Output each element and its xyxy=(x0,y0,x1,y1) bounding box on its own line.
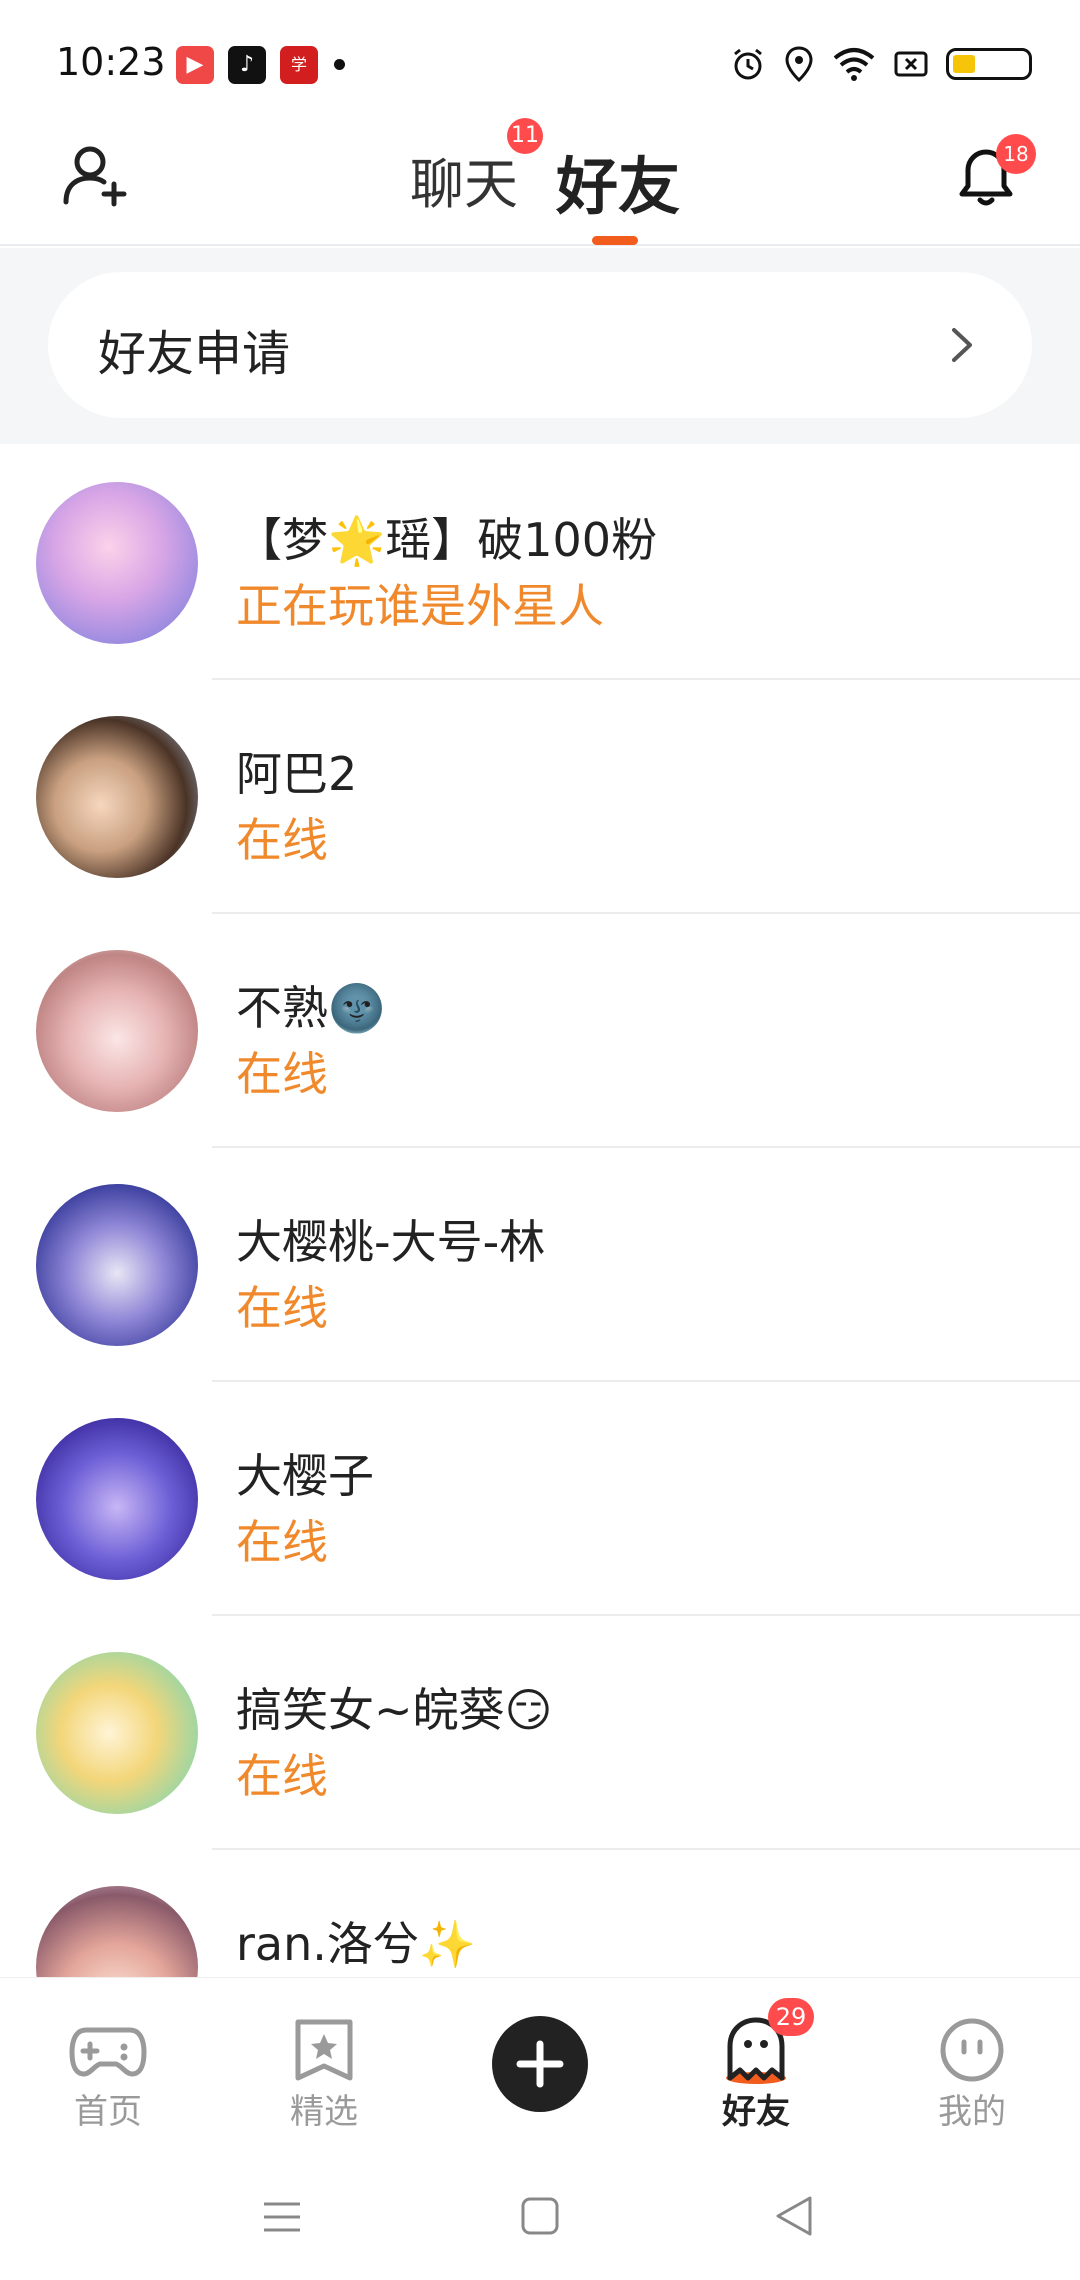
video-app-icon: ▶ xyxy=(176,46,214,84)
friend-name: ran.洛兮✨ xyxy=(236,1917,477,1971)
friend-row[interactable]: 阿巴2 在线 xyxy=(0,680,1080,914)
friend-row[interactable]: 大樱子 在线 xyxy=(0,1382,1080,1616)
sim-icon xyxy=(894,51,928,77)
friend-row[interactable]: 搞笑女~皖葵😏 在线 xyxy=(0,1616,1080,1850)
menu-icon[interactable] xyxy=(262,2198,302,2236)
status-time: 10:23 xyxy=(56,40,166,84)
avatar xyxy=(36,1418,198,1580)
home-icon[interactable] xyxy=(520,2196,560,2236)
active-tab-indicator xyxy=(592,236,638,245)
notification-dot xyxy=(334,59,345,70)
nav-me-label: 我的 xyxy=(938,2092,1006,2132)
friend-name: 阿巴2 xyxy=(236,747,358,801)
avatar xyxy=(36,716,198,878)
friend-name: 搞笑女~皖葵😏 xyxy=(236,1683,553,1737)
nav-friends[interactable]: 好友 xyxy=(676,1978,836,2158)
nav-home-label: 首页 xyxy=(74,2092,142,2132)
tiktok-icon: ♪ xyxy=(228,46,266,84)
friend-status: 在线 xyxy=(236,813,328,867)
friend-name: 不熟🌚 xyxy=(236,981,386,1035)
friends-nav-badge: 29 xyxy=(768,1998,814,2036)
system-nav-bar xyxy=(0,2158,1080,2280)
plus-icon xyxy=(516,2040,564,2088)
battery-icon xyxy=(946,48,1032,80)
avatar xyxy=(36,1652,198,1814)
friend-status: 在线 xyxy=(236,1281,328,1335)
gamepad-icon xyxy=(69,2027,147,2077)
nav-me[interactable]: 我的 xyxy=(892,1978,1052,2158)
friend-status: 在线 xyxy=(236,1047,328,1101)
location-icon xyxy=(785,46,813,83)
chat-badge: 11 xyxy=(507,118,543,154)
friend-status: 正在玩谁是外星人 xyxy=(236,579,604,633)
chevron-right-icon xyxy=(952,328,972,362)
friend-name: 【梦🌟瑶】破100粉 xyxy=(236,513,658,567)
face-icon xyxy=(940,2018,1004,2082)
status-bar: 10:23 ▶ ♪ 学 xyxy=(0,0,1080,120)
friend-row[interactable]: 不熟🌚 在线 xyxy=(0,914,1080,1148)
avatar xyxy=(36,1184,198,1346)
nav-featured[interactable]: 精选 xyxy=(244,1978,404,2158)
avatar xyxy=(36,482,198,644)
friend-status: 在线 xyxy=(236,1749,328,1803)
add-friend-icon[interactable] xyxy=(62,140,132,210)
alarm-icon xyxy=(734,48,762,80)
notification-badge: 18 xyxy=(996,134,1036,174)
back-icon[interactable] xyxy=(774,2194,814,2238)
create-button[interactable] xyxy=(492,2016,588,2112)
wifi-icon xyxy=(833,48,875,81)
friend-name: 大樱桃-大号-林 xyxy=(236,1215,546,1269)
star-bookmark-icon xyxy=(295,2019,353,2081)
system-icons xyxy=(730,44,1032,84)
tab-chat[interactable]: 聊天 xyxy=(410,140,518,219)
tab-friends[interactable]: 好友 xyxy=(556,136,680,226)
friend-status: 在线 xyxy=(236,1515,328,1569)
avatar xyxy=(36,950,198,1112)
friend-name: 大樱子 xyxy=(236,1449,374,1503)
nav-friends-label: 好友 xyxy=(722,2092,790,2132)
friend-row[interactable]: 【梦🌟瑶】破100粉 正在玩谁是外星人 xyxy=(0,446,1080,680)
nav-featured-label: 精选 xyxy=(290,2092,358,2132)
study-app-icon: 学 xyxy=(280,46,318,84)
nav-home[interactable]: 首页 xyxy=(28,1978,188,2158)
friend-row[interactable]: 大樱桃-大号-林 在线 xyxy=(0,1148,1080,1382)
friend-request-label: 好友申请 xyxy=(98,326,291,382)
